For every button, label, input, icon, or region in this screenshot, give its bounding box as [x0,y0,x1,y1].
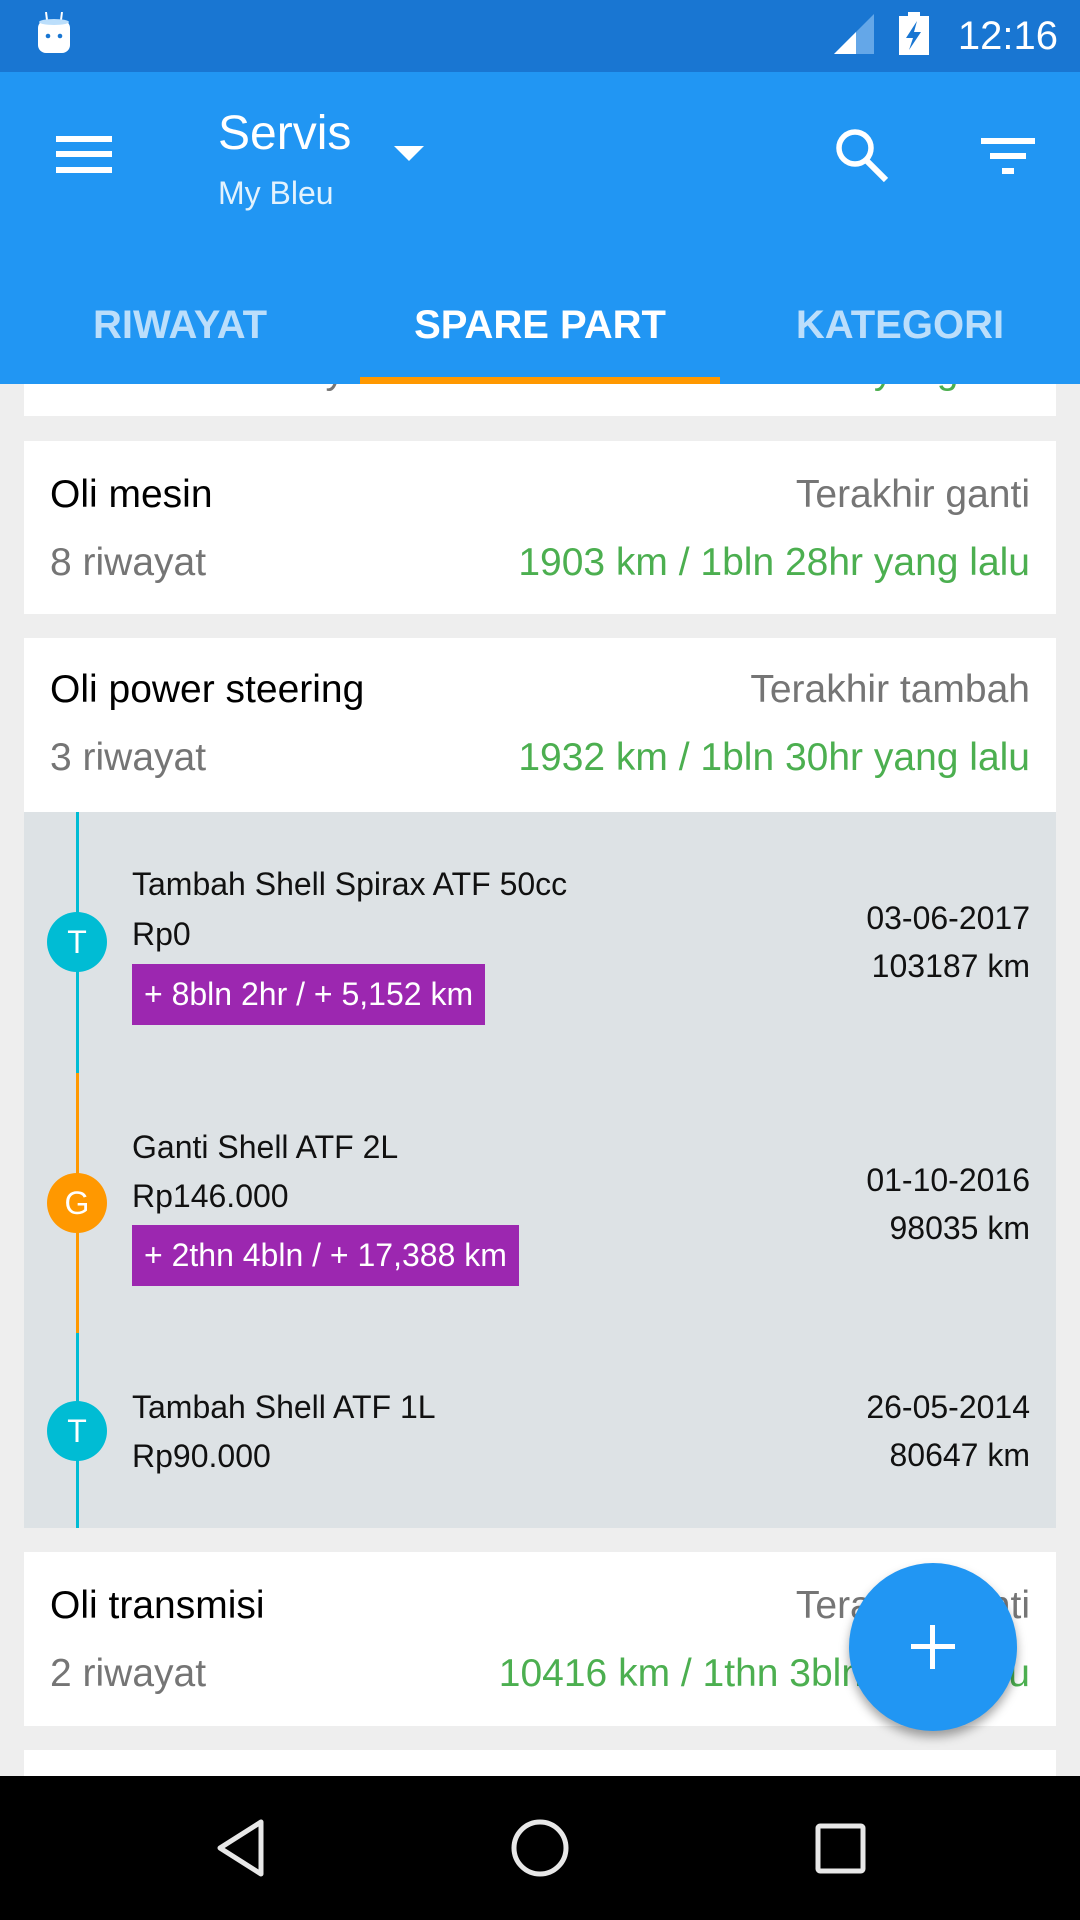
status-time: 12:16 [957,14,1058,58]
history-item[interactable]: T Tambah Shell ATF 1L Rp90.000 26-05-201… [24,1333,1056,1528]
dropdown-arrow-icon [394,146,424,161]
history-item[interactable]: G Ganti Shell ATF 2L Rp146.000 + 2thn 4b… [24,1073,1056,1333]
part-card-oli-mesin[interactable]: Oli mesin Terakhir ganti 8 riwayat 1903 … [24,441,1056,614]
part-count: riwayat [254,384,378,393]
filter-button[interactable] [960,110,1056,200]
history-delta-badge: + 8bln 2hr / + 5,152 km [132,964,486,1025]
part-last-change: 1932 km / 1bln 30hr yang lalu [518,736,1030,779]
history-date: 26-05-2014 [866,1389,1030,1425]
history-odometer: 103187 km [871,948,1030,984]
tab-riwayat[interactable]: RIWAYAT [0,280,360,384]
history-title: Tambah Shell Spirax ATF 50cc [132,866,568,902]
filter-icon [981,138,1035,174]
history-date: 01-10-2016 [866,1162,1030,1198]
vehicle-selector[interactable]: Servis My Bleu [210,100,440,220]
part-count: 2 riwayat [50,1652,207,1695]
hamburger-menu-icon [56,136,112,142]
part-name: Oli mesin [50,473,213,516]
tab-kategori[interactable]: KATEGORI [720,280,1080,384]
part-card-oli-power-steering[interactable]: Oli power steering Terakhir tambah 3 riw… [24,638,1056,812]
history-title: Tambah Shell ATF 1L [132,1389,436,1425]
system-nav-bar [0,1776,1080,1920]
page-title: Servis [218,107,352,160]
recents-icon [815,1823,866,1874]
history-cost: Rp0 [132,916,191,952]
part-last-change: 1903 km / 1bln 28hr yang lalu [518,541,1030,584]
history-delta-badge: + 2thn 4bln / + 17,388 km [132,1225,519,1286]
home-icon [511,1819,569,1877]
tambah-type-icon: T [47,1401,107,1461]
history-title: Ganti Shell ATF 2L [132,1129,399,1165]
back-icon [217,1819,264,1877]
android-notification-icon [38,12,70,53]
ganti-type-icon: G [47,1173,107,1233]
plus-icon-vertical [930,1625,935,1669]
hamburger-line [56,167,112,173]
part-card-partial[interactable]: riwayat yang lalu [24,384,1056,416]
part-card-partial-bottom[interactable] [24,1750,1056,1776]
tab-spare-part[interactable]: SPARE PART [360,280,720,384]
history-cost: Rp146.000 [132,1178,289,1214]
part-count: 3 riwayat [50,736,207,779]
history-item[interactable]: T Tambah Shell Spirax ATF 50cc Rp0 + 8bl… [24,812,1056,1073]
part-last-change: yang lalu [874,384,1030,393]
part-name: Oli power steering [50,668,365,711]
hamburger-line [56,151,112,157]
back-button[interactable] [170,1776,310,1920]
part-count: 8 riwayat [50,541,207,584]
history-date: 03-06-2017 [866,900,1030,936]
vehicle-name: My Bleu [218,175,334,211]
part-name: Oli transmisi [50,1584,265,1627]
search-icon [836,129,889,183]
history-odometer: 80647 km [889,1437,1030,1473]
search-button[interactable] [820,110,910,200]
menu-button[interactable] [40,118,128,190]
history-timeline: T Tambah Shell Spirax ATF 50cc Rp0 + 8bl… [24,812,1056,1528]
part-last-label: Terakhir ganti [795,473,1030,516]
cell-signal-icon [834,14,874,54]
recents-button[interactable] [770,1776,910,1920]
battery-charging-icon [899,12,929,55]
history-odometer: 98035 km [889,1210,1030,1246]
history-cost: Rp90.000 [132,1438,271,1474]
part-last-label: Terakhir tambah [750,668,1030,711]
tambah-type-icon: T [47,912,107,972]
add-record-button[interactable] [849,1563,1017,1731]
tab-indicator [360,377,720,384]
status-bar: 12:16 [0,0,1080,72]
home-button[interactable] [470,1776,610,1920]
